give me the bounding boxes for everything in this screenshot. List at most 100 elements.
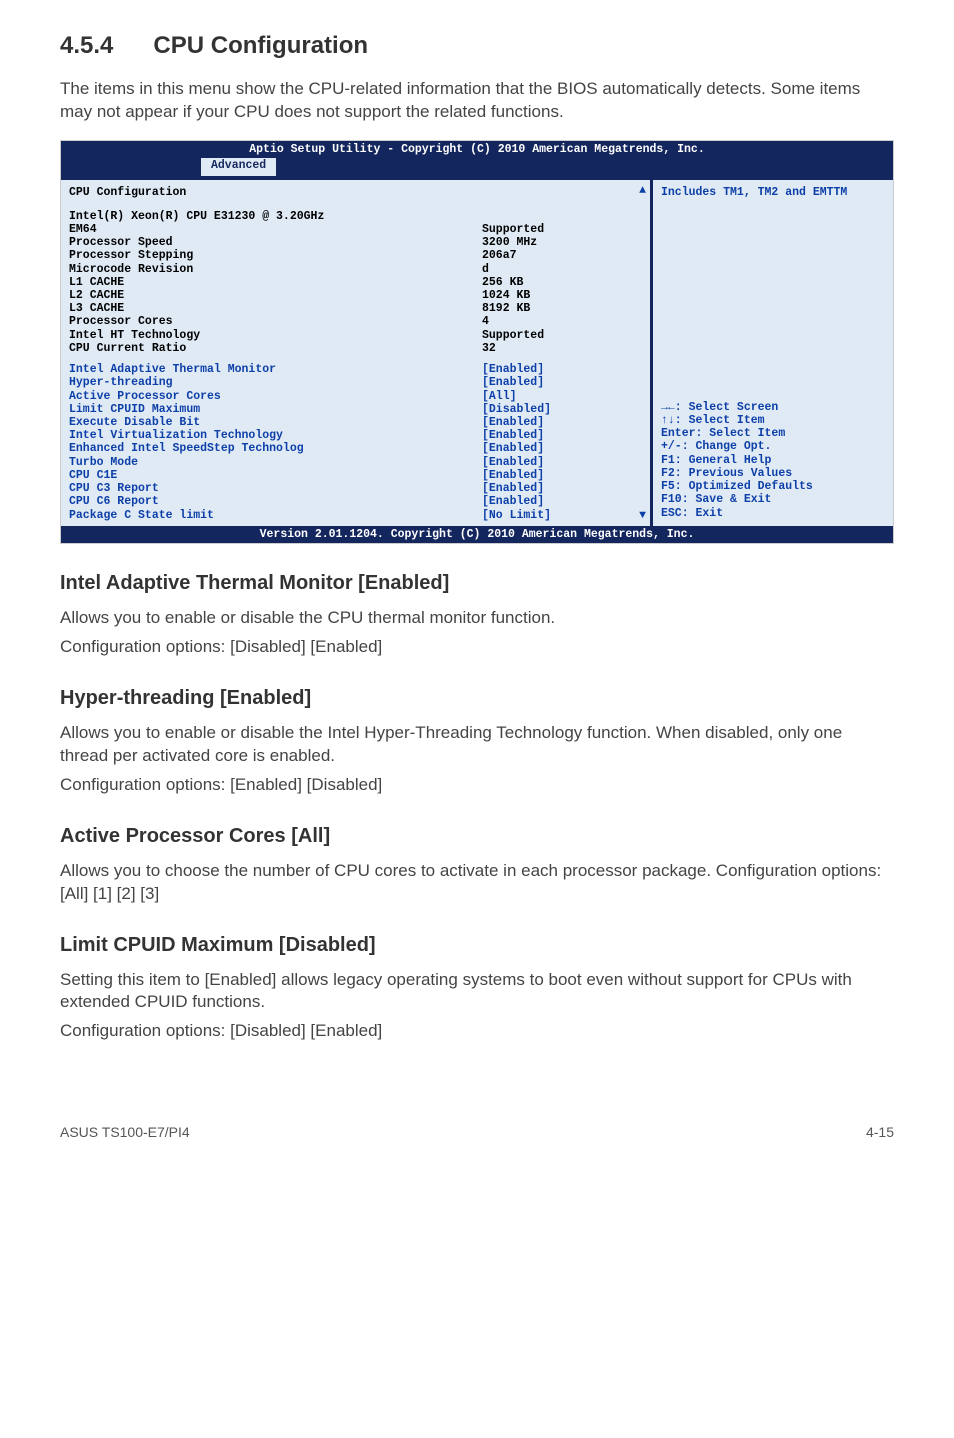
bios-title-bar: Aptio Setup Utility - Copyright (C) 2010… xyxy=(61,141,893,158)
bios-info-row: Microcode Revisiond xyxy=(69,263,642,276)
bios-setting-row: Intel Virtualization Technology[Enabled] xyxy=(69,429,642,442)
bios-setting-label: CPU C1E xyxy=(69,469,482,482)
bios-setting-value: [Enabled] xyxy=(482,363,642,376)
intro-paragraph: The items in this menu show the CPU-rela… xyxy=(60,78,894,124)
bios-setting-label: Limit CPUID Maximum xyxy=(69,403,482,416)
section-title: CPU Configuration xyxy=(153,32,368,59)
page-footer: ASUS TS100-E7/PI4 4-15 xyxy=(60,1123,894,1142)
bios-setting-label: Intel Virtualization Technology xyxy=(69,429,482,442)
doc-subheading: Limit CPUID Maximum [Disabled] xyxy=(60,932,894,959)
bios-setting-value: [Disabled] xyxy=(482,403,642,416)
bios-info-value: 8192 KB xyxy=(482,302,642,315)
bios-info-row: L1 CACHE256 KB xyxy=(69,276,642,289)
scroll-up-icon: ▲ xyxy=(639,184,646,197)
bios-info-row: CPU Current Ratio32 xyxy=(69,342,642,355)
bios-setting-row: Turbo Mode[Enabled] xyxy=(69,456,642,469)
bios-key-hint: +/-: Change Opt. xyxy=(661,440,885,453)
bios-info-row: Intel(R) Xeon(R) CPU E31230 @ 3.20GHz xyxy=(69,210,642,223)
bios-setting-row: Execute Disable Bit[Enabled] xyxy=(69,416,642,429)
bios-setting-label: Hyper-threading xyxy=(69,376,482,389)
bios-setting-row: CPU C6 Report[Enabled] xyxy=(69,495,642,508)
bios-setting-row: Active Processor Cores[All] xyxy=(69,390,642,403)
bios-help-text: Includes TM1, TM2 and EMTTM xyxy=(661,186,885,199)
bios-info-value: 32 xyxy=(482,342,642,355)
bios-setting-value: [Enabled] xyxy=(482,482,642,495)
bios-info-label: CPU Current Ratio xyxy=(69,342,482,355)
bios-setting-row: Enhanced Intel SpeedStep Technolog[Enabl… xyxy=(69,442,642,455)
bios-info-label: L2 CACHE xyxy=(69,289,482,302)
tab-spacer xyxy=(61,158,201,176)
bios-info-value: 256 KB xyxy=(482,276,642,289)
bios-info-value xyxy=(482,210,642,223)
bios-setting-value: [Enabled] xyxy=(482,376,642,389)
bios-info-row: L3 CACHE8192 KB xyxy=(69,302,642,315)
bios-key-hint: F10: Save & Exit xyxy=(661,493,885,506)
bios-setting-value: [All] xyxy=(482,390,642,403)
bios-setting-row: Hyper-threading[Enabled] xyxy=(69,376,642,389)
bios-key-hint: F5: Optimized Defaults xyxy=(661,480,885,493)
bios-info-row: Processor Stepping206a7 xyxy=(69,249,642,262)
bios-key-hint: →←: Select Screen xyxy=(661,401,885,414)
bios-setting-label: Turbo Mode xyxy=(69,456,482,469)
bios-setting-label: Active Processor Cores xyxy=(69,390,482,403)
bios-setting-value: [No Limit] xyxy=(482,509,642,522)
bios-key-hint: Enter: Select Item xyxy=(661,427,885,440)
bios-help-panel: Includes TM1, TM2 and EMTTM →←: Select S… xyxy=(653,180,893,525)
bios-info-value: d xyxy=(482,263,642,276)
bios-setting-value: [Enabled] xyxy=(482,429,642,442)
bios-setting-row: Intel Adaptive Thermal Monitor[Enabled] xyxy=(69,363,642,376)
bios-key-hint: ESC: Exit xyxy=(661,507,885,520)
doc-paragraph: Allows you to enable or disable the Inte… xyxy=(60,722,894,768)
bios-setting-label: CPU C3 Report xyxy=(69,482,482,495)
spacer xyxy=(69,355,642,363)
bios-left-panel: ▲ CPU Configuration Intel(R) Xeon(R) CPU… xyxy=(61,180,653,525)
bios-setting-label: Package C State limit xyxy=(69,509,482,522)
bios-setting-label: CPU C6 Report xyxy=(69,495,482,508)
bios-screenshot: Aptio Setup Utility - Copyright (C) 2010… xyxy=(60,140,894,544)
bios-info-label: Processor Cores xyxy=(69,315,482,328)
bios-setting-value: [Enabled] xyxy=(482,469,642,482)
bios-setting-value: [Enabled] xyxy=(482,456,642,469)
bios-key-hint: F1: General Help xyxy=(661,454,885,467)
bios-info-row: EM64Supported xyxy=(69,223,642,236)
doc-subheading: Hyper-threading [Enabled] xyxy=(60,685,894,712)
bios-left-title: CPU Configuration xyxy=(69,186,642,199)
bios-info-row: L2 CACHE1024 KB xyxy=(69,289,642,302)
doc-subheading: Intel Adaptive Thermal Monitor [Enabled] xyxy=(60,570,894,597)
bios-info-label: Intel HT Technology xyxy=(69,329,482,342)
bios-setting-label: Execute Disable Bit xyxy=(69,416,482,429)
doc-paragraph: Configuration options: [Disabled] [Enabl… xyxy=(60,1020,894,1043)
bios-info-value: Supported xyxy=(482,223,642,236)
bios-setting-label: Enhanced Intel SpeedStep Technolog xyxy=(69,442,482,455)
doc-paragraph: Configuration options: [Enabled] [Disabl… xyxy=(60,774,894,797)
bios-setting-row: CPU C1E[Enabled] xyxy=(69,469,642,482)
bios-info-value: 1024 KB xyxy=(482,289,642,302)
bios-info-label: L1 CACHE xyxy=(69,276,482,289)
bios-setting-value: [Enabled] xyxy=(482,442,642,455)
bios-setting-label: Intel Adaptive Thermal Monitor xyxy=(69,363,482,376)
bios-tab-row: Advanced xyxy=(61,158,893,178)
scroll-down-icon: ▼ xyxy=(639,509,646,522)
bios-info-label: Processor Speed xyxy=(69,236,482,249)
bios-info-row: Processor Cores4 xyxy=(69,315,642,328)
doc-paragraph: Configuration options: [Disabled] [Enabl… xyxy=(60,636,894,659)
bios-info-value: 4 xyxy=(482,315,642,328)
footer-left: ASUS TS100-E7/PI4 xyxy=(60,1123,190,1142)
bios-setting-row: Limit CPUID Maximum[Disabled] xyxy=(69,403,642,416)
bios-info-row: Processor Speed3200 MHz xyxy=(69,236,642,249)
bios-key-help: →←: Select Screen↑↓: Select ItemEnter: S… xyxy=(661,401,885,520)
bios-key-hint: F2: Previous Values xyxy=(661,467,885,480)
section-number: 4.5.4 xyxy=(60,30,113,62)
bios-setting-value: [Enabled] xyxy=(482,416,642,429)
footer-right: 4-15 xyxy=(866,1123,894,1142)
bios-key-hint: ↑↓: Select Item xyxy=(661,414,885,427)
doc-paragraph: Allows you to enable or disable the CPU … xyxy=(60,607,894,630)
doc-paragraph: Allows you to choose the number of CPU c… xyxy=(60,860,894,906)
bios-info-row: Intel HT TechnologySupported xyxy=(69,329,642,342)
bios-info-value: 206a7 xyxy=(482,249,642,262)
bios-setting-row: CPU C3 Report[Enabled] xyxy=(69,482,642,495)
bios-info-value: Supported xyxy=(482,329,642,342)
bios-info-label: L3 CACHE xyxy=(69,302,482,315)
bios-info-label: EM64 xyxy=(69,223,482,236)
bios-tab-advanced: Advanced xyxy=(201,158,276,176)
